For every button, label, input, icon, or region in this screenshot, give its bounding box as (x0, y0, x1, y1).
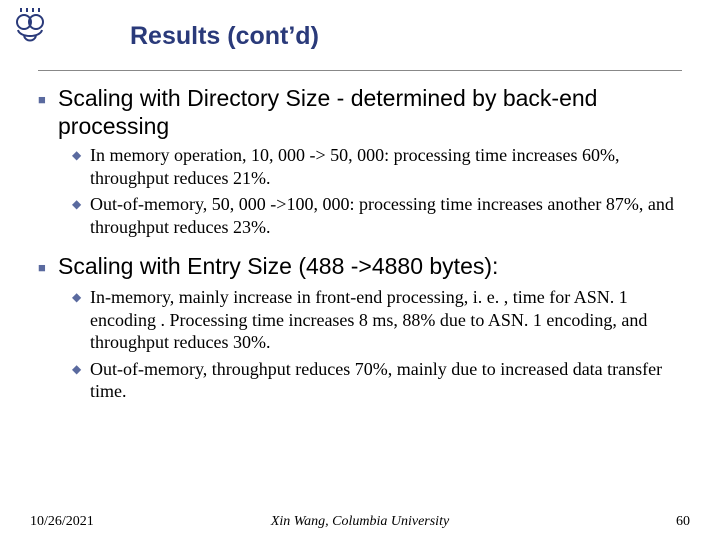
bullet-level1: ■ Scaling with Directory Size - determin… (38, 84, 682, 140)
square-bullet-icon: ■ (38, 84, 58, 114)
bullet-level2: ◆ Out-of-memory, throughput reduces 70%,… (72, 358, 682, 403)
footer-page-number: 60 (676, 514, 690, 530)
diamond-bullet-icon: ◆ (72, 193, 90, 215)
slide: Results (cont’d) ■ Scaling with Director… (0, 0, 720, 540)
subbullet-text: Out-of-memory, throughput reduces 70%, m… (90, 358, 682, 403)
diamond-bullet-icon: ◆ (72, 358, 90, 380)
bullet-level2: ◆ In-memory, mainly increase in front-en… (72, 286, 682, 354)
square-bullet-icon: ■ (38, 252, 58, 282)
slide-footer: 10/26/2021 Xin Wang, Columbia University… (30, 514, 690, 530)
crown-crest-icon (12, 8, 48, 44)
subbullet-text: Out-of-memory, 50, 000 ->100, 000: proce… (90, 193, 682, 238)
bullet-text: Scaling with Entry Size (488 ->4880 byte… (58, 252, 682, 280)
diamond-bullet-icon: ◆ (72, 286, 90, 308)
title-divider (38, 70, 682, 71)
footer-author: Xin Wang, Columbia University (30, 514, 690, 530)
subbullet-text: In-memory, mainly increase in front-end … (90, 286, 682, 354)
subbullet-text: In memory operation, 10, 000 -> 50, 000:… (90, 144, 682, 189)
bullet-text: Scaling with Directory Size - determined… (58, 84, 682, 140)
slide-title: Results (cont’d) (130, 22, 319, 51)
bullet-level2: ◆ Out-of-memory, 50, 000 ->100, 000: pro… (72, 193, 682, 238)
bullet-level1: ■ Scaling with Entry Size (488 ->4880 by… (38, 252, 682, 282)
slide-body: ■ Scaling with Directory Size - determin… (38, 78, 682, 403)
bullet-level2: ◆ In memory operation, 10, 000 -> 50, 00… (72, 144, 682, 189)
footer-date: 10/26/2021 (30, 514, 94, 530)
diamond-bullet-icon: ◆ (72, 144, 90, 166)
